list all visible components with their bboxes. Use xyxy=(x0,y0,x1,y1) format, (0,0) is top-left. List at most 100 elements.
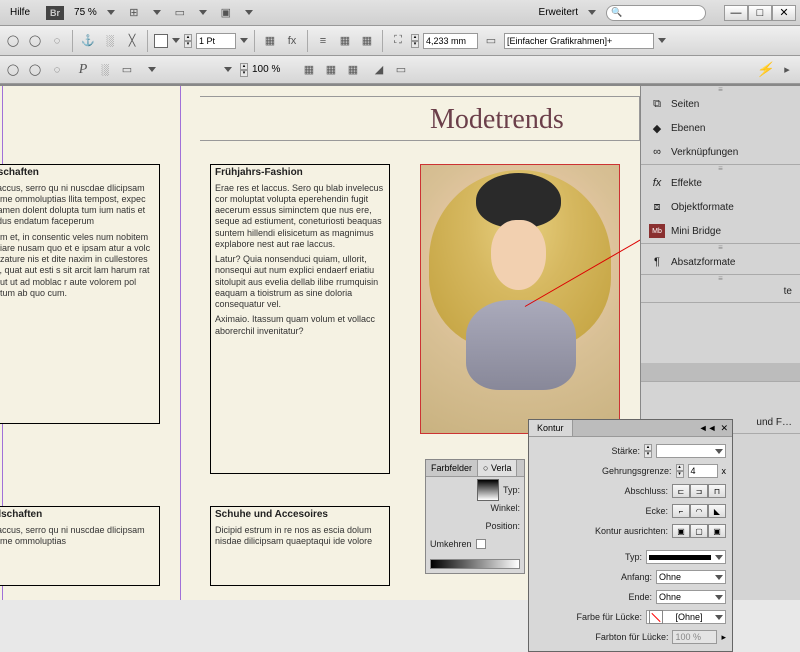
gap-color-dropdown[interactable]: [Ohne] xyxy=(646,610,726,624)
reverse-checkbox[interactable] xyxy=(476,539,486,549)
help-menu[interactable]: Hilfe xyxy=(4,5,36,20)
dropdown-icon[interactable] xyxy=(172,38,180,43)
close-button[interactable]: ✕ xyxy=(772,5,796,21)
field-label: Stärke: xyxy=(535,446,640,456)
field-label: Farbe für Lücke: xyxy=(535,612,642,622)
miter-input[interactable]: 4 xyxy=(688,464,718,478)
farbfelder-panel[interactable]: Farbfelder ○ Verla Typ: Winkel: Position… xyxy=(425,459,525,574)
miter-spinner[interactable]: ▴▾ xyxy=(676,464,684,478)
minimize-button[interactable]: — xyxy=(724,5,748,21)
panel-ebenen[interactable]: ◆Ebenen xyxy=(641,116,800,140)
kontur-panel[interactable]: Kontur ◄◄✕ Stärke:▴▾ Gehrungsgrenze:▴▾4x… xyxy=(528,419,733,652)
tab-kontur[interactable]: Kontur xyxy=(529,420,573,436)
panel-seiten[interactable]: ⧉Seiten xyxy=(641,92,800,116)
gradient-swatch[interactable] xyxy=(477,479,499,501)
flash-icon[interactable]: ⚡ xyxy=(756,61,774,79)
bridge-button[interactable]: Br xyxy=(46,6,64,20)
gradient-slider[interactable] xyxy=(430,559,520,569)
width-spinner[interactable]: ▴▾ xyxy=(411,34,419,48)
text-frame[interactable]: lschaften laccus, serro qu ni nuscdae dl… xyxy=(0,164,160,424)
width-input[interactable]: 4,233 mm xyxy=(423,33,478,49)
pages-icon: ⧉ xyxy=(649,97,665,111)
collapse-icon[interactable]: ◄◄ xyxy=(699,423,717,434)
align-stroke-buttons[interactable]: ▣▢▣ xyxy=(672,524,726,538)
anchor-icon[interactable]: ░ xyxy=(101,32,119,50)
paragraph-icon[interactable]: P xyxy=(74,61,92,79)
tool-icon[interactable]: ◌ xyxy=(48,61,66,79)
panel-partial[interactable]: te xyxy=(641,281,800,302)
tool-icon[interactable]: ◯ xyxy=(26,61,44,79)
screen-mode-icon[interactable]: ⊞ xyxy=(125,4,143,22)
dropdown-icon[interactable] xyxy=(245,10,253,15)
join-buttons[interactable]: ⌐◠◣ xyxy=(672,504,726,518)
end-arrow-dropdown[interactable]: Ohne xyxy=(656,590,726,604)
corner-icon[interactable]: ▭ xyxy=(392,61,410,79)
close-icon[interactable]: ✕ xyxy=(720,423,728,434)
wrap-icon[interactable]: ▦ xyxy=(358,32,376,50)
dropdown-icon[interactable] xyxy=(153,10,161,15)
dropdown-icon[interactable] xyxy=(199,10,207,15)
text-frame[interactable]: dschaften laccus, serro qu ni nuscdae dl… xyxy=(0,506,160,586)
crop-icon[interactable]: ⛶ xyxy=(389,32,407,50)
opacity-spinner[interactable]: ▴▾ xyxy=(240,63,248,77)
panel-objektformate[interactable]: ⧈Objektformate xyxy=(641,195,800,219)
stroke-spinner[interactable]: ▴▾ xyxy=(184,34,192,48)
dropdown-icon[interactable] xyxy=(658,38,666,43)
search-input[interactable]: 🔍 xyxy=(606,5,706,21)
panel-minibridge[interactable]: MbMini Bridge xyxy=(641,219,800,243)
selection-icon[interactable]: ◯ xyxy=(4,32,22,50)
fx-icon[interactable]: ▦ xyxy=(261,32,279,50)
frame-fitting-input[interactable]: [Einfacher Grafikrahmen]+ xyxy=(504,33,654,49)
fx-icon[interactable]: fx xyxy=(283,32,301,50)
start-arrow-dropdown[interactable]: Ohne xyxy=(656,570,726,584)
stroke-weight-input[interactable]: 1 Pt xyxy=(196,33,236,49)
view-icon[interactable]: ▣ xyxy=(217,4,235,22)
tab-verlauf[interactable]: ○ Verla xyxy=(478,460,517,476)
link-icon[interactable]: ▭ xyxy=(482,32,500,50)
workspace-dropdown-icon[interactable] xyxy=(588,10,596,15)
zoom-display[interactable]: 75 % xyxy=(74,7,97,18)
wrap-icon[interactable]: ▦ xyxy=(336,32,354,50)
tint-slider-icon[interactable]: ▸ xyxy=(721,632,726,643)
dropdown-icon[interactable] xyxy=(224,67,232,72)
stroke-spinner[interactable]: ▴▾ xyxy=(644,444,652,458)
align-icon[interactable]: ▦ xyxy=(344,61,362,79)
window-controls: — □ ✕ xyxy=(724,5,796,21)
tab-farbfelder[interactable]: Farbfelder xyxy=(426,460,478,476)
stroke-type-dropdown[interactable] xyxy=(646,550,726,564)
dropdown-icon[interactable] xyxy=(240,38,248,43)
selection-icon[interactable]: ◌ xyxy=(48,32,66,50)
tool-icon[interactable]: ░ xyxy=(96,61,114,79)
image-frame-selected[interactable] xyxy=(420,164,620,434)
anchor-icon[interactable]: ╳ xyxy=(123,32,141,50)
guide-line[interactable] xyxy=(180,86,181,600)
panel-verknuepfungen[interactable]: ∞Verknüpfungen xyxy=(641,140,800,164)
cap-buttons[interactable]: ⊏⊐⊓ xyxy=(672,484,726,498)
panel-header-partial[interactable] xyxy=(641,363,800,381)
wrap-icon[interactable]: ≡ xyxy=(314,32,332,50)
panel-label: Effekte xyxy=(671,178,702,189)
tool-icon[interactable]: ◯ xyxy=(4,61,22,79)
corner-icon[interactable]: ◢ xyxy=(370,61,388,79)
stroke-weight-dropdown[interactable] xyxy=(656,444,726,458)
fill-swatch[interactable] xyxy=(154,34,168,48)
field-label: Ecke: xyxy=(535,506,668,516)
align-icon[interactable]: ▦ xyxy=(322,61,340,79)
workspace-label[interactable]: Erweitert xyxy=(539,7,578,18)
text-frame[interactable]: Frühjahrs-Fashion Erae res et laccus. Se… xyxy=(210,164,390,474)
maximize-button[interactable]: □ xyxy=(748,5,772,21)
opacity-input[interactable]: 100 % xyxy=(252,64,292,75)
arrange-icon[interactable]: ▭ xyxy=(171,4,189,22)
anchor-icon[interactable]: ⚓ xyxy=(79,32,97,50)
panel-absatzformate[interactable]: ¶Absatzformate xyxy=(641,250,800,274)
dropdown-icon[interactable] xyxy=(148,67,156,72)
tool-icon[interactable]: ▭ xyxy=(118,61,136,79)
align-icon[interactable]: ▦ xyxy=(300,61,318,79)
field-label: Ende: xyxy=(535,592,652,602)
text-frame[interactable]: Schuhe und Accesoires Dicipid estrum in … xyxy=(210,506,390,586)
selection-icon[interactable]: ◯ xyxy=(26,32,44,50)
workarea: Modetrends lschaften laccus, serro qu ni… xyxy=(0,84,800,600)
panel-effekte[interactable]: fxEffekte xyxy=(641,171,800,195)
zoom-dropdown-icon[interactable] xyxy=(107,10,115,15)
panel-menu-icon[interactable]: ▸ xyxy=(778,61,796,79)
